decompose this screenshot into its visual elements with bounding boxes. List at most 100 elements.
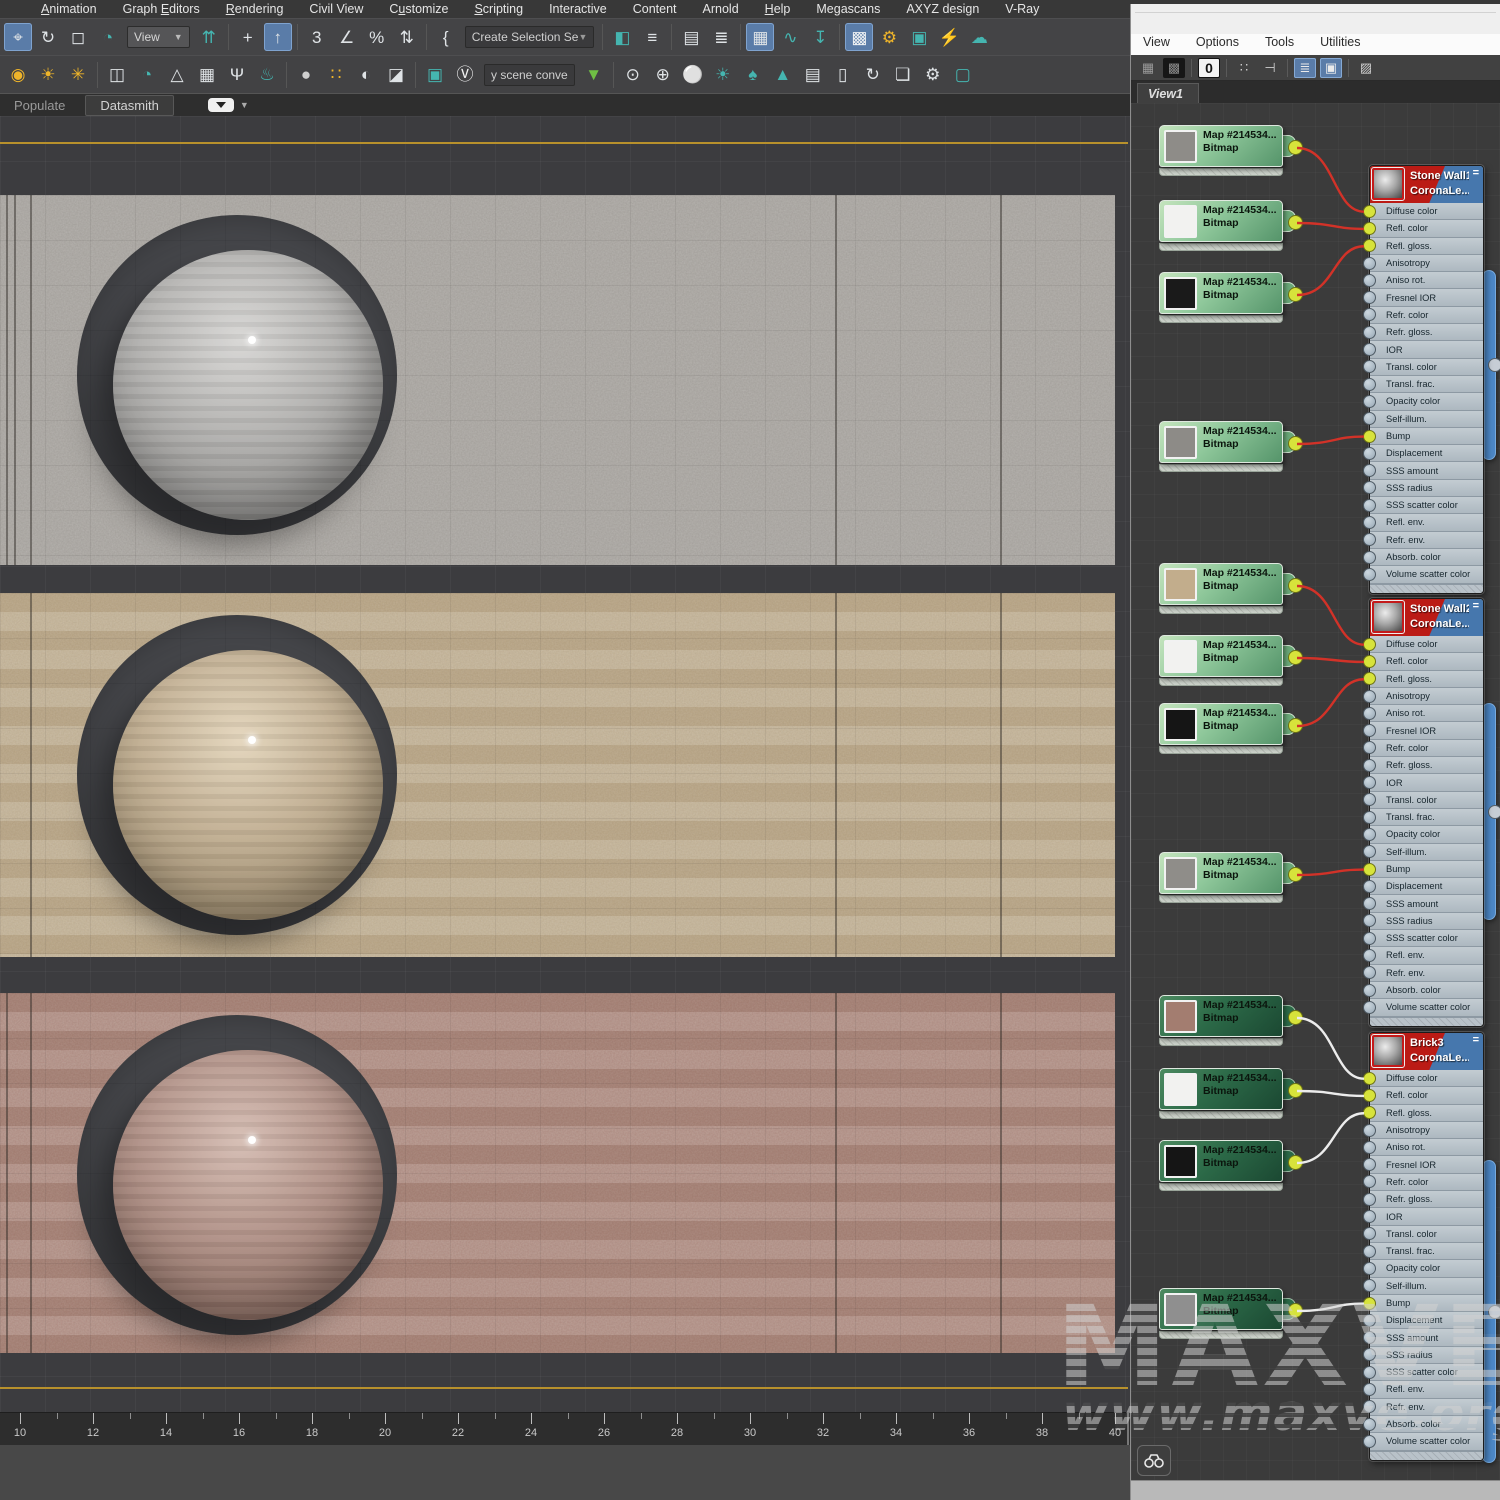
- material-output-socket[interactable]: [1488, 1305, 1500, 1319]
- slot-refr-color[interactable]: Refr. color: [1370, 740, 1483, 757]
- input-socket[interactable]: [1363, 551, 1376, 564]
- populate-icon[interactable]: ◉: [4, 61, 32, 89]
- map-node[interactable]: Map #214534...Bitmap: [1159, 995, 1283, 1046]
- slot-sss-scatter-color[interactable]: SSS scatter color: [1370, 930, 1483, 947]
- slot-displacement[interactable]: Displacement: [1370, 1312, 1483, 1329]
- input-socket[interactable]: [1363, 308, 1376, 321]
- material-node-header[interactable]: Stone Wall1CoronaLe...=: [1370, 166, 1483, 203]
- output-socket[interactable]: [1288, 578, 1303, 593]
- input-socket[interactable]: [1363, 205, 1376, 218]
- material-node-brick3[interactable]: Brick3CoronaLe...=Diffuse colorRefl. col…: [1369, 1032, 1484, 1461]
- slot-bump[interactable]: Bump: [1370, 1295, 1483, 1312]
- slot-volume-scatter-color[interactable]: Volume scatter color: [1370, 566, 1483, 583]
- scene-explorer-icon[interactable]: ≣: [707, 23, 735, 51]
- input-socket[interactable]: [1363, 759, 1376, 772]
- input-socket[interactable]: [1363, 897, 1376, 910]
- input-socket[interactable]: [1363, 845, 1376, 858]
- slot-refl-color[interactable]: Refl. color: [1370, 220, 1483, 237]
- stone-wall-2-sphere[interactable]: [113, 650, 383, 920]
- output-socket[interactable]: [1288, 867, 1303, 882]
- material-output-socket[interactable]: [1488, 805, 1500, 819]
- trees-icon[interactable]: ♠: [739, 61, 767, 89]
- output-socket[interactable]: [1288, 718, 1303, 733]
- sme-menu-options[interactable]: Options: [1194, 33, 1251, 53]
- slot-sss-radius[interactable]: SSS radius: [1370, 480, 1483, 497]
- slot-sss-radius[interactable]: SSS radius: [1370, 913, 1483, 930]
- input-socket[interactable]: [1363, 1227, 1376, 1240]
- slot-sss-scatter-color[interactable]: SSS scatter color: [1370, 497, 1483, 514]
- slot-opacity-color[interactable]: Opacity color: [1370, 393, 1483, 410]
- bulb-gear-icon[interactable]: ⚙: [919, 61, 947, 89]
- collapse-icon[interactable]: =: [1473, 167, 1479, 179]
- curve-editor-icon[interactable]: ∿: [776, 23, 804, 51]
- input-socket[interactable]: [1363, 690, 1376, 703]
- input-socket[interactable]: [1363, 1124, 1376, 1137]
- slot-transl-frac-[interactable]: Transl. frac.: [1370, 1243, 1483, 1260]
- time-ruler[interactable]: 10121416182022242628303234363840: [0, 1412, 1130, 1445]
- map-node[interactable]: Map #214534...Bitmap: [1159, 421, 1283, 472]
- input-socket[interactable]: [1363, 1072, 1376, 1085]
- input-socket[interactable]: [1363, 914, 1376, 927]
- slot-opacity-color[interactable]: Opacity color: [1370, 826, 1483, 843]
- menu-graph-editors[interactable]: Graph Editors: [110, 2, 213, 16]
- ribbon-toggle-icon[interactable]: ▦: [746, 23, 774, 51]
- slot-refl-env-[interactable]: Refl. env.: [1370, 514, 1483, 531]
- geometry-box-icon[interactable]: ◫: [103, 61, 131, 89]
- select-and-manipulate-icon[interactable]: ◔: [94, 23, 122, 51]
- slot-fresnel-ior[interactable]: Fresnel IOR: [1370, 1156, 1483, 1173]
- input-socket[interactable]: [1363, 499, 1376, 512]
- output-socket[interactable]: [1288, 1083, 1303, 1098]
- pivot-point-icon[interactable]: ⇈: [195, 23, 223, 51]
- slot-refr-gloss-[interactable]: Refr. gloss.: [1370, 324, 1483, 341]
- node-graph-view[interactable]: Map #214534...Bitmap Map #214534...Bitmap…: [1131, 103, 1500, 1480]
- tab-datasmith[interactable]: Datasmith: [85, 95, 174, 116]
- node-list-icon[interactable]: ≣: [1294, 58, 1316, 78]
- menu-help[interactable]: Help: [752, 2, 804, 16]
- sme-menu-tools[interactable]: Tools: [1263, 33, 1306, 53]
- stone-wall-1-plane[interactable]: [0, 195, 1115, 565]
- map-node[interactable]: Map #214534...Bitmap: [1159, 703, 1283, 754]
- stone-wall-1-sphere[interactable]: [113, 250, 383, 520]
- zero-button[interactable]: 0: [1198, 58, 1220, 78]
- map-node[interactable]: Map #214534...Bitmap: [1159, 1288, 1283, 1339]
- slot-opacity-color[interactable]: Opacity color: [1370, 1260, 1483, 1277]
- layout-mode-icon[interactable]: ∷: [1233, 58, 1255, 78]
- input-socket[interactable]: [1363, 257, 1376, 270]
- map-node[interactable]: Map #214534...Bitmap: [1159, 1068, 1283, 1119]
- loop-icon[interactable]: ↻: [859, 61, 887, 89]
- slot-sss-radius[interactable]: SSS radius: [1370, 1347, 1483, 1364]
- input-socket[interactable]: [1363, 1141, 1376, 1154]
- slot-aniso-rot-[interactable]: Aniso rot.: [1370, 272, 1483, 289]
- input-socket[interactable]: [1363, 326, 1376, 339]
- angle-snap-icon[interactable]: ∠: [333, 23, 361, 51]
- menu-axyz-design[interactable]: AXYZ design: [893, 2, 992, 16]
- slot-absorb-color[interactable]: Absorb. color: [1370, 1416, 1483, 1433]
- input-socket[interactable]: [1363, 378, 1376, 391]
- output-socket[interactable]: [1288, 1155, 1303, 1170]
- output-socket[interactable]: [1288, 1303, 1303, 1318]
- input-socket[interactable]: [1363, 291, 1376, 304]
- input-socket[interactable]: [1363, 949, 1376, 962]
- input-socket[interactable]: [1363, 222, 1376, 235]
- slot-sss-amount[interactable]: SSS amount: [1370, 895, 1483, 912]
- menu-animation[interactable]: Animation: [28, 2, 110, 16]
- slot-transl-frac-[interactable]: Transl. frac.: [1370, 376, 1483, 393]
- cloth-skirt-icon[interactable]: ▼: [580, 61, 608, 89]
- selection-sets-icon[interactable]: {: [432, 23, 460, 51]
- input-socket[interactable]: [1363, 724, 1376, 737]
- slot-transl-color[interactable]: Transl. color: [1370, 792, 1483, 809]
- tab-populate[interactable]: Populate: [0, 96, 79, 115]
- slot-aniso-rot-[interactable]: Aniso rot.: [1370, 1139, 1483, 1156]
- select-spray-icon[interactable]: ▨: [1355, 58, 1377, 78]
- palette-icon[interactable]: ◐: [352, 61, 380, 89]
- input-socket[interactable]: [1363, 1245, 1376, 1258]
- camera-icon[interactable]: ⊙: [619, 61, 647, 89]
- mirror-icon[interactable]: ◧: [608, 23, 636, 51]
- snaps-toggle-icon[interactable]: 3: [303, 23, 331, 51]
- output-socket[interactable]: [1288, 436, 1303, 451]
- window-grid-icon[interactable]: ▦: [193, 61, 221, 89]
- slot-refr-env-[interactable]: Refr. env.: [1370, 532, 1483, 549]
- fire-effect-icon[interactable]: ♨: [253, 61, 281, 89]
- rendered-frame-icon[interactable]: ▣: [905, 23, 933, 51]
- input-socket[interactable]: [1363, 1158, 1376, 1171]
